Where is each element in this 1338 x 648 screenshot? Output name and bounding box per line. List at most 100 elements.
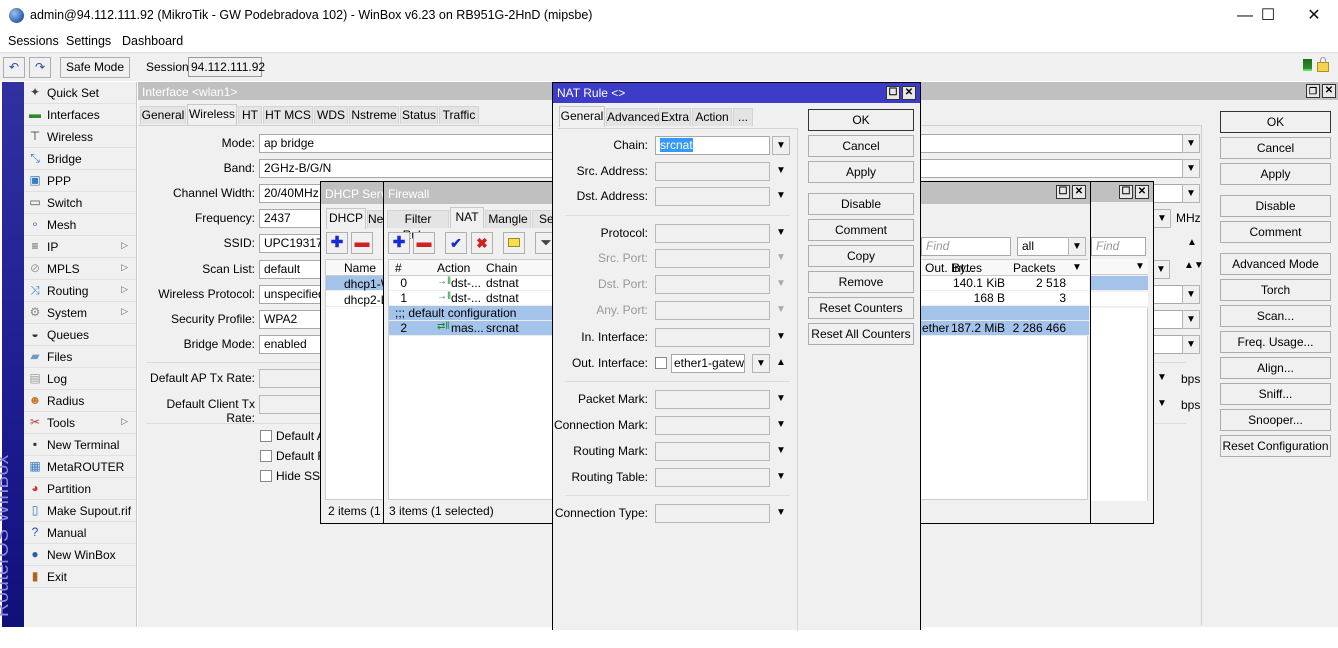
- remove-button[interactable]: Remove: [808, 271, 914, 293]
- tab-filter-rules[interactable]: Filter Rules: [387, 210, 449, 242]
- tab-networks[interactable]: Networks: [367, 210, 383, 228]
- remove-button[interactable]: ▬: [351, 232, 373, 254]
- close-icon[interactable]: ✕: [902, 86, 916, 100]
- checkbox[interactable]: [260, 470, 272, 482]
- maximize-icon[interactable]: ☐: [886, 86, 900, 100]
- dst-address-input[interactable]: [655, 187, 770, 206]
- comment-button[interactable]: Comment: [1220, 221, 1331, 243]
- tab-nat[interactable]: NAT: [450, 207, 484, 228]
- sidebar-item-quick-set[interactable]: ✦ Quick Set: [24, 82, 136, 104]
- sidebar-item-manual[interactable]: ? Manual: [24, 522, 136, 544]
- sidebar-item-files[interactable]: ▰ Files: [24, 346, 136, 368]
- column-name[interactable]: Name: [344, 261, 376, 275]
- dropdown-icon[interactable]: ▼: [775, 227, 787, 238]
- column-number[interactable]: #: [395, 261, 402, 275]
- table-row[interactable]: [1091, 292, 1148, 307]
- table-row[interactable]: dhcp2-LAN: [326, 292, 383, 307]
- add-button[interactable]: ✚: [388, 232, 410, 254]
- sidebar-item-queues[interactable]: ◒ Queues: [24, 324, 136, 346]
- sidebar-item-wireless[interactable]: ⊤ Wireless: [24, 126, 136, 148]
- menu-settings[interactable]: Settings: [66, 34, 111, 48]
- column-packets[interactable]: Packets: [1013, 261, 1056, 275]
- reset-counters-button[interactable]: Reset Counters: [808, 297, 914, 319]
- ok-button[interactable]: OK: [808, 109, 914, 131]
- tab-dhcp[interactable]: DHCP: [326, 208, 366, 229]
- collapse-icon[interactable]: ▲: [1186, 237, 1198, 248]
- freq-usage-button[interactable]: Freq. Usage...: [1220, 331, 1331, 353]
- dropdown-icon[interactable]: ▼: [775, 304, 787, 315]
- reset-all-counters-button[interactable]: Reset All Counters: [808, 323, 914, 345]
- tab-wds[interactable]: WDS: [314, 106, 348, 124]
- disable-button[interactable]: Disable: [808, 193, 914, 215]
- column-menu-icon[interactable]: ▼: [1071, 262, 1083, 273]
- sidebar-item-mpls[interactable]: ⊘ MPLS ▷: [24, 258, 136, 280]
- dropdown-icon[interactable]: ▼: [1182, 134, 1200, 153]
- filter-dropdown-icon[interactable]: ▼: [1068, 237, 1086, 256]
- tab-ht-mcs[interactable]: HT MCS: [263, 106, 313, 124]
- dropdown-icon[interactable]: ▼: [775, 471, 787, 482]
- dropdown-icon[interactable]: ▼: [775, 393, 787, 404]
- dropdown-icon[interactable]: ▼: [1153, 209, 1171, 228]
- tab-traffic[interactable]: Traffic: [439, 106, 479, 124]
- sidebar-item-interfaces[interactable]: ▬ Interfaces: [24, 104, 136, 126]
- sidebar-item-mesh[interactable]: ∘ Mesh: [24, 214, 136, 236]
- add-button[interactable]: ✚: [326, 232, 348, 254]
- close-icon[interactable]: ✕: [1135, 185, 1149, 199]
- sniff-button[interactable]: Sniff...: [1220, 383, 1331, 405]
- dropdown-icon[interactable]: ▼: [1152, 260, 1170, 279]
- collapse-icon[interactable]: ▲: [775, 357, 787, 368]
- tab-extra[interactable]: Extra: [659, 108, 691, 126]
- dropdown-icon[interactable]: ▼: [1182, 285, 1200, 304]
- dropdown-icon[interactable]: ▼: [775, 252, 787, 263]
- dropdown-icon[interactable]: ▼: [775, 507, 787, 518]
- filter-select[interactable]: all: [1017, 237, 1069, 256]
- maximize-button[interactable]: ☐: [1245, 4, 1291, 28]
- redo-button[interactable]: ↷: [29, 57, 51, 78]
- connection-mark-input[interactable]: [655, 416, 770, 435]
- cancel-button[interactable]: Cancel: [808, 135, 914, 157]
- dropdown-icon[interactable]: ▼: [1182, 335, 1200, 354]
- tab-status[interactable]: Status: [400, 106, 438, 124]
- column-chain[interactable]: Chain: [486, 261, 517, 275]
- tab-general[interactable]: General: [559, 106, 605, 127]
- dropdown-icon[interactable]: ▼: [772, 136, 790, 155]
- restore-icon[interactable]: ❐: [1306, 84, 1320, 98]
- copy-button[interactable]: Copy: [808, 245, 914, 267]
- dropdown-icon[interactable]: ▼: [752, 354, 770, 373]
- maximize-icon[interactable]: ☐: [1119, 185, 1133, 199]
- dropdown-icon[interactable]: ▼: [1156, 398, 1168, 409]
- table-row[interactable]: dhcp1-WLAN: [326, 276, 383, 291]
- maximize-icon[interactable]: ☐: [1056, 185, 1070, 199]
- src-address-input[interactable]: [655, 162, 770, 181]
- src-port-input[interactable]: [655, 249, 770, 268]
- menu-dashboard[interactable]: Dashboard: [122, 34, 183, 48]
- sidebar-item-system[interactable]: ⚙ System ▷: [24, 302, 136, 324]
- out-interface-input[interactable]: ether1-gateway: [671, 354, 745, 373]
- sidebar-item-exit[interactable]: ▮ Exit: [24, 566, 136, 588]
- dropdown-icon[interactable]: ▼: [775, 190, 787, 201]
- dropdown-icon[interactable]: ▼: [775, 165, 787, 176]
- close-icon[interactable]: ✕: [1322, 84, 1336, 98]
- sidebar-item-bridge[interactable]: ⤡ Bridge: [24, 148, 136, 170]
- tab-action[interactable]: Action: [692, 108, 732, 126]
- column-menu-icon[interactable]: ▼: [1134, 261, 1146, 272]
- negate-checkbox[interactable]: [655, 357, 667, 369]
- disable-button[interactable]: Disable: [1220, 195, 1331, 217]
- cancel-button[interactable]: Cancel: [1220, 137, 1331, 159]
- sidebar-item-radius[interactable]: ☻ Radius: [24, 390, 136, 412]
- comment-button[interactable]: Comment: [808, 219, 914, 241]
- session-value[interactable]: 94.112.111.92: [188, 57, 265, 77]
- align-button[interactable]: Align...: [1220, 357, 1331, 379]
- sidebar-item-switch[interactable]: ▭ Switch: [24, 192, 136, 214]
- sidebar-item-metarouter[interactable]: ▦ MetaROUTER: [24, 456, 136, 478]
- close-button[interactable]: ✕: [1291, 4, 1337, 28]
- dropdown-icon[interactable]: ▼: [1182, 310, 1200, 329]
- dropdown-icon[interactable]: ▼: [1156, 372, 1168, 383]
- sidebar-item-make-supout-rif[interactable]: ▯ Make Supout.rif: [24, 500, 136, 522]
- protocol-input[interactable]: [655, 224, 770, 243]
- tab-wireless[interactable]: Wireless: [187, 104, 237, 125]
- menu-sessions[interactable]: Sessions: [8, 34, 59, 48]
- routing-mark-input[interactable]: [655, 442, 770, 461]
- connection-type-input[interactable]: [655, 504, 770, 523]
- enable-button[interactable]: ✔: [445, 232, 467, 254]
